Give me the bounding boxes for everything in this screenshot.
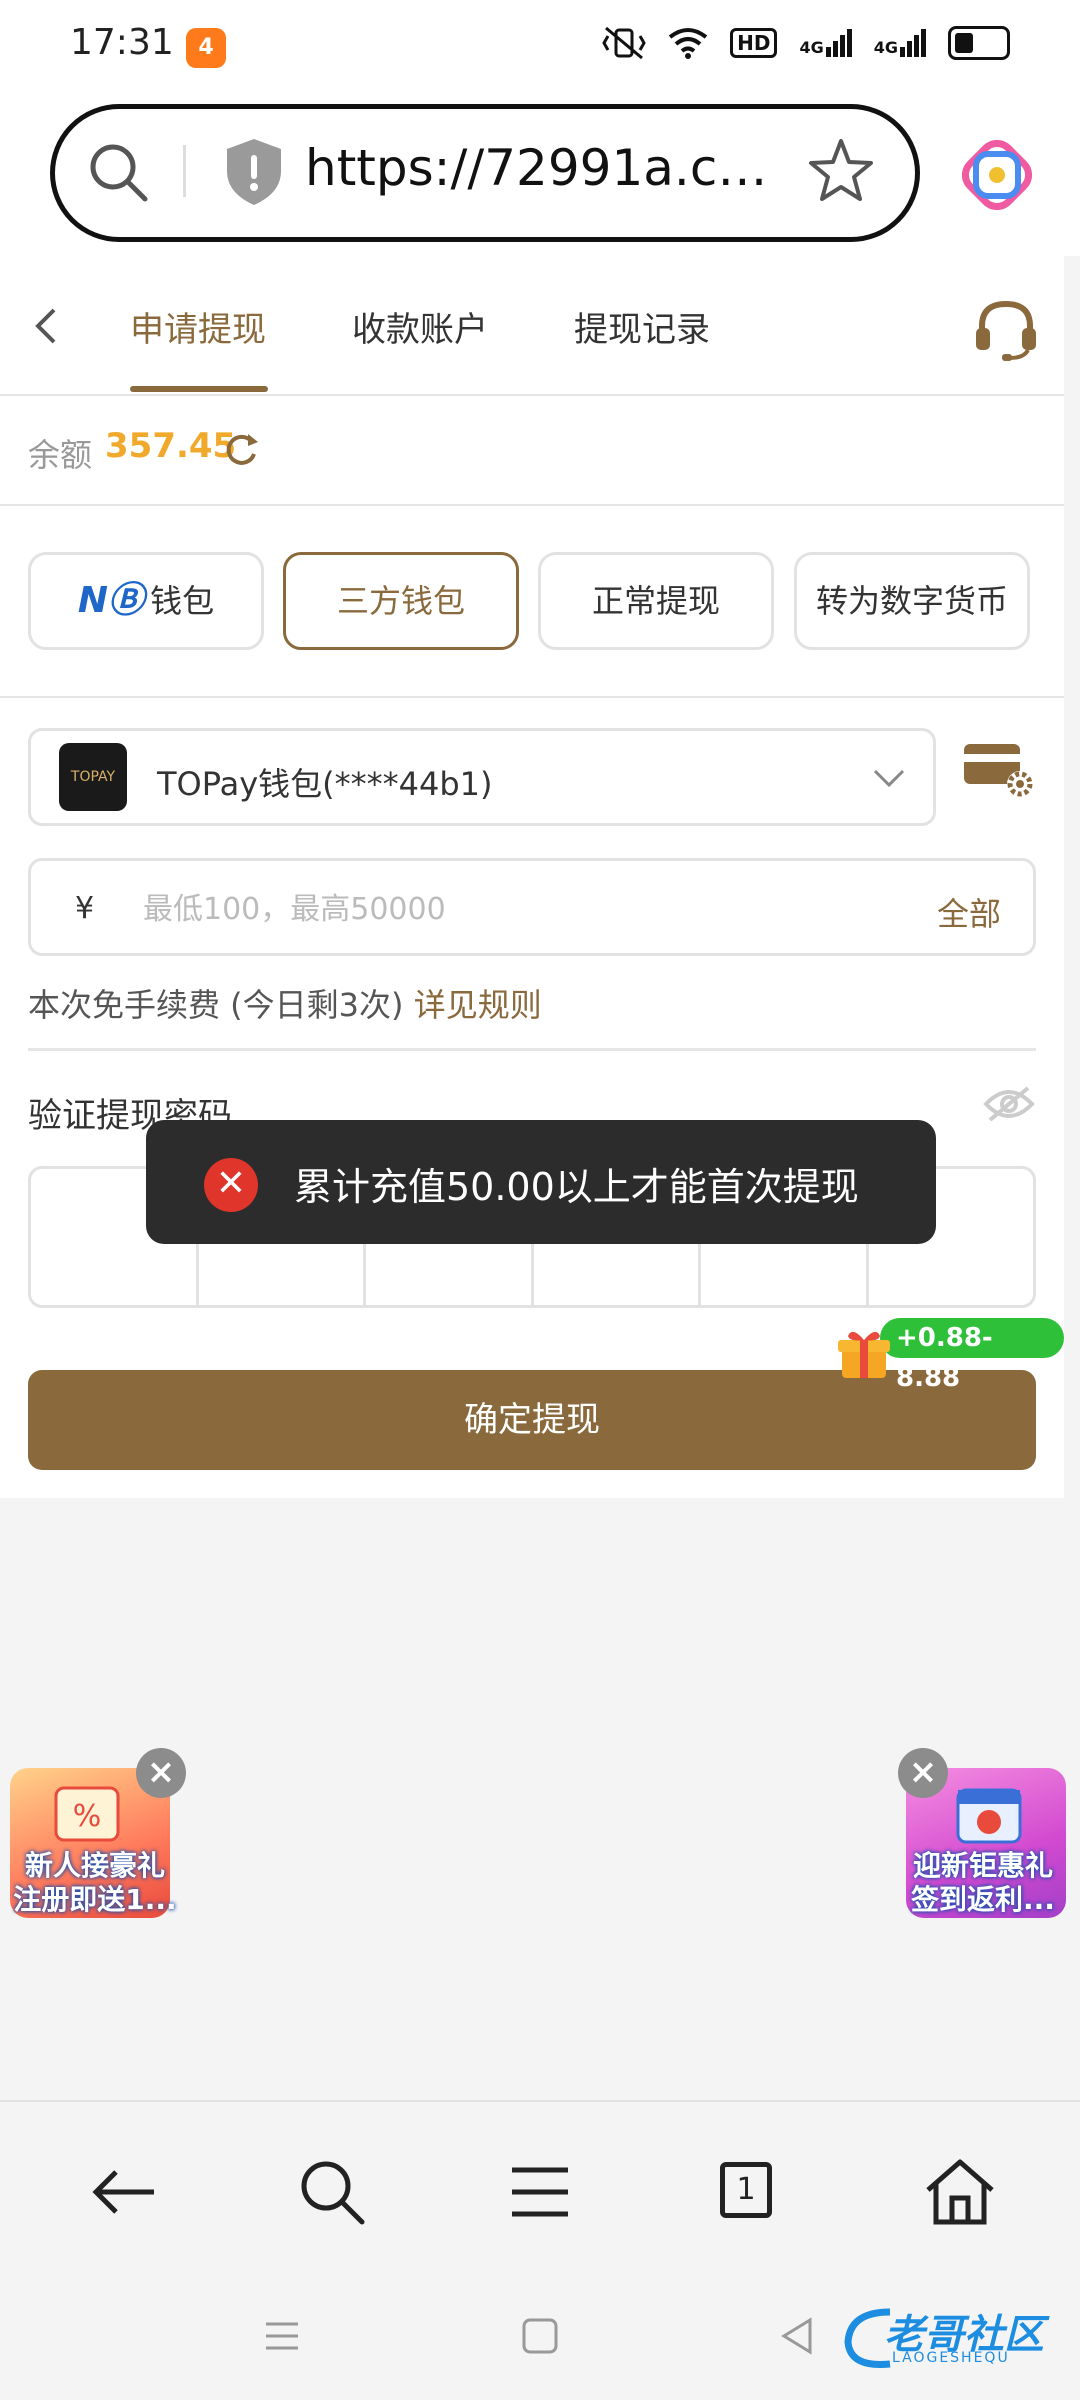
currency-symbol: ¥ — [75, 891, 95, 926]
address-separator — [183, 145, 186, 197]
fee-text: 本次免手续费 (今日剩3次) — [28, 986, 414, 1024]
app-notification-icon: 4 — [186, 28, 226, 68]
method-third-party-wallet[interactable]: 三方钱包 — [283, 552, 519, 650]
tab-receive-account[interactable]: 收款账户 — [352, 302, 488, 351]
status-bar: 17:31 4 HD 4G 4G — [0, 0, 1080, 96]
search-icon[interactable] — [81, 135, 157, 211]
active-tab-indicator — [130, 386, 268, 392]
page-header: 申请提现 收款账户 提现记录 — [0, 256, 1064, 397]
browser-bottom-nav: 1 — [0, 2100, 1080, 2272]
toast-message: 累计充值50.00以上才能首次提现 — [294, 1165, 859, 1209]
customer-service-headset-icon[interactable] — [972, 296, 1040, 364]
tabs-button[interactable]: 1 — [708, 2152, 788, 2232]
wifi-icon — [668, 28, 708, 59]
tab-withdraw-records[interactable]: 提现记录 — [574, 302, 710, 351]
search-icon[interactable] — [292, 2152, 372, 2232]
amount-field[interactable]: ¥ 全部 — [28, 858, 1036, 956]
promo-close-button[interactable]: × — [136, 1748, 186, 1798]
watermark-subtext: LAOGESHEQU — [892, 2350, 1010, 2366]
browser-logo-icon[interactable] — [962, 140, 1032, 210]
error-icon: ✕ — [204, 1158, 258, 1212]
back-chevron-icon[interactable] — [28, 306, 68, 346]
promo-checkin[interactable]: 迎新钜惠礼 签到返利... × — [898, 1748, 1068, 1918]
bookmark-star-icon[interactable] — [807, 137, 875, 205]
wallet-select[interactable]: TOPAY TOPay钱包(****44b1) — [28, 728, 936, 826]
method-label: 三方钱包 — [336, 582, 465, 620]
balance-label: 余额 — [28, 436, 93, 474]
nb-logo-icon: NⒷ — [77, 580, 145, 621]
signal-1-icon: 4G — [799, 29, 852, 57]
gift-icon — [838, 1331, 890, 1378]
watermark-logo: 老哥社区 LAOGESHEQU — [840, 2298, 1070, 2374]
balance-value: 357.45 — [105, 426, 237, 466]
tab-count: 1 — [720, 2162, 772, 2218]
fee-note: 本次免手续费 (今日剩3次) 详见规则 — [28, 980, 542, 1026]
calendar-icon — [956, 1788, 1022, 1844]
promo-new-user[interactable]: % 新人接豪礼 注册即送1... × — [10, 1748, 186, 1918]
hd-icon: HD — [730, 28, 778, 58]
recent-apps-icon[interactable] — [262, 2316, 302, 2356]
error-toast: ✕ 累计充值50.00以上才能首次提现 — [146, 1120, 936, 1244]
promo-close-button[interactable]: × — [898, 1748, 948, 1798]
tab-apply-withdraw[interactable]: 申请提现 — [130, 302, 266, 351]
divider — [28, 1048, 1036, 1051]
coupon-icon: % — [54, 1786, 120, 1842]
back-arrow-icon[interactable] — [84, 2152, 164, 2232]
topay-logo: TOPAY — [59, 743, 127, 811]
chevron-down-icon — [873, 769, 905, 788]
card-settings-icon[interactable] — [962, 740, 1036, 800]
method-label: 钱包 — [150, 582, 215, 620]
home-button-icon[interactable] — [520, 2316, 560, 2356]
method-label: 转为数字货币 — [815, 582, 1008, 620]
confirm-withdraw-button[interactable]: 确定提现 — [28, 1370, 1036, 1470]
eye-off-icon[interactable] — [982, 1084, 1036, 1124]
net-type-1: 4G — [799, 38, 824, 57]
url-text[interactable]: https://72991a.com... — [305, 139, 775, 197]
refresh-icon[interactable] — [222, 430, 260, 468]
method-convert-crypto[interactable]: 转为数字货币 — [794, 552, 1030, 650]
address-bar[interactable]: https://72991a.com... — [50, 104, 920, 242]
status-icons: HD 4G 4G — [602, 26, 1010, 60]
promo-subtitle: 签到返利... — [911, 1883, 1055, 1916]
method-nb-wallet[interactable]: NⒷ 钱包 — [28, 552, 264, 650]
svg-text:%: % — [73, 1799, 102, 1834]
wallet-name: TOPay钱包(****44b1) — [157, 765, 493, 803]
method-normal-withdraw[interactable]: 正常提现 — [538, 552, 774, 650]
net-type-2: 4G — [873, 38, 898, 57]
menu-icon[interactable] — [500, 2152, 580, 2232]
withdraw-method-selector: NⒷ 钱包 三方钱包 正常提现 转为数字货币 — [0, 506, 1064, 699]
shield-icon[interactable] — [223, 137, 285, 207]
signal-2-icon: 4G — [874, 29, 926, 57]
status-time: 17:31 — [70, 22, 174, 63]
vibrate-mute-icon — [602, 26, 646, 60]
rules-link[interactable]: 详见规则 — [414, 986, 542, 1024]
home-icon[interactable] — [920, 2152, 1000, 2232]
withdraw-form: TOPAY TOPay钱包(****44b1) ¥ 全部 本次免手续费 (今日剩… — [0, 698, 1064, 1498]
battery-icon — [948, 26, 1010, 60]
withdraw-all-button[interactable]: 全部 — [937, 889, 1001, 935]
method-label: 正常提现 — [591, 582, 720, 620]
bonus-badge: +0.88-8.88 — [880, 1318, 1064, 1393]
amount-input[interactable] — [141, 881, 845, 937]
balance-row: 余额 357.45 — [0, 396, 1064, 507]
back-triangle-icon[interactable] — [778, 2316, 818, 2356]
promo-subtitle: 注册即送1... — [13, 1883, 177, 1916]
